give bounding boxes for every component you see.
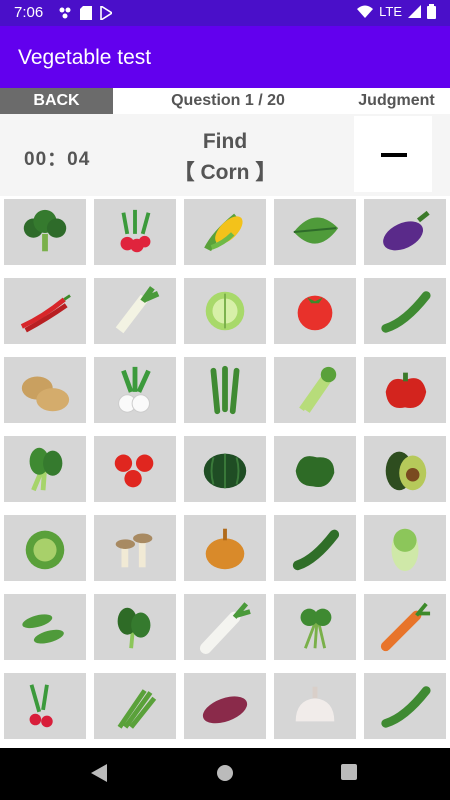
grid-cell[interactable] bbox=[94, 594, 176, 660]
broccoli-icon bbox=[23, 209, 67, 252]
grid-cell[interactable] bbox=[364, 594, 446, 660]
network-label: LTE bbox=[379, 4, 402, 19]
komatsuna-icon bbox=[29, 447, 63, 492]
grid-cell[interactable] bbox=[184, 199, 266, 265]
mushroom-icon bbox=[115, 533, 153, 568]
vegetable-grid bbox=[4, 199, 446, 744]
shiso-leaf-icon bbox=[293, 217, 339, 244]
corn-icon bbox=[204, 213, 243, 252]
asparagus-icon bbox=[117, 689, 157, 729]
red-chili-icon bbox=[20, 294, 71, 333]
spinach-icon bbox=[117, 607, 151, 649]
radish-icon bbox=[120, 209, 151, 253]
red-paprika-icon bbox=[385, 372, 427, 408]
grid-cell[interactable] bbox=[274, 436, 356, 502]
sweet-potato-icon bbox=[202, 696, 248, 724]
grid-cell[interactable] bbox=[364, 673, 446, 739]
grid-cell[interactable] bbox=[364, 436, 446, 502]
grid-cell[interactable] bbox=[94, 278, 176, 344]
judgment-box bbox=[354, 116, 432, 192]
grid-cell[interactable] bbox=[274, 594, 356, 660]
cabbage-icon bbox=[25, 530, 65, 570]
wifi-icon bbox=[357, 5, 374, 18]
grid-cell[interactable] bbox=[4, 278, 86, 344]
cucumber-icon bbox=[381, 291, 431, 333]
judgment-dash-icon bbox=[381, 153, 407, 157]
grid-cell[interactable] bbox=[94, 357, 176, 423]
green-pepper-icon bbox=[295, 456, 335, 488]
tomato-icon bbox=[297, 295, 333, 331]
play-store-icon bbox=[100, 6, 112, 20]
grid-cell[interactable] bbox=[274, 278, 356, 344]
find-label: Find bbox=[202, 130, 248, 153]
home-nav-icon[interactable] bbox=[216, 764, 234, 782]
back-nav-icon[interactable] bbox=[91, 764, 107, 782]
carrot-icon bbox=[380, 602, 431, 652]
grid-cell[interactable] bbox=[94, 199, 176, 265]
grid-cell[interactable] bbox=[274, 673, 356, 739]
grid-cell[interactable] bbox=[184, 436, 266, 502]
avocado-icon bbox=[385, 451, 427, 491]
potato-icon bbox=[21, 376, 70, 412]
grid-cell[interactable] bbox=[364, 515, 446, 581]
eggplant-icon bbox=[383, 210, 430, 251]
okra-icon bbox=[210, 365, 240, 415]
battery-icon bbox=[427, 4, 436, 19]
signal-icon bbox=[408, 5, 421, 18]
judgment-label: Judgment bbox=[358, 92, 435, 109]
timer: 00：04 bbox=[24, 149, 91, 170]
lettuce-icon bbox=[205, 291, 245, 331]
grid-cell[interactable] bbox=[274, 515, 356, 581]
grid-cell[interactable] bbox=[364, 357, 446, 423]
app-bar: Vegetable test bbox=[0, 26, 450, 88]
onion-icon bbox=[205, 528, 245, 570]
grid-cell[interactable] bbox=[94, 673, 176, 739]
grid-cell[interactable] bbox=[94, 436, 176, 502]
grid-cell[interactable] bbox=[274, 357, 356, 423]
grid-cell[interactable] bbox=[94, 515, 176, 581]
grid-cell[interactable] bbox=[4, 673, 86, 739]
grid-cell[interactable] bbox=[364, 278, 446, 344]
back-button[interactable]: BACK bbox=[0, 88, 113, 114]
grid-cell[interactable] bbox=[184, 278, 266, 344]
question-counter: Question 1 / 20 bbox=[171, 92, 285, 109]
cherry-tomato-icon bbox=[114, 454, 154, 488]
kabocha-icon bbox=[203, 453, 247, 489]
grid-cell[interactable] bbox=[184, 673, 266, 739]
leek-icon bbox=[115, 286, 160, 334]
sd-card-icon bbox=[80, 6, 92, 20]
daikon-icon bbox=[199, 602, 251, 654]
grid-cell[interactable] bbox=[4, 515, 86, 581]
grid-cell[interactable] bbox=[4, 594, 86, 660]
navigation-bar bbox=[0, 748, 450, 800]
edamame-icon bbox=[22, 614, 64, 644]
info-panel: 00：04 Find 【 Corn 】 bbox=[0, 114, 450, 196]
grid-cell[interactable] bbox=[4, 436, 86, 502]
status-bar: 7:06 LTE bbox=[0, 0, 450, 26]
grid-cell[interactable] bbox=[184, 515, 266, 581]
notification-icons bbox=[58, 6, 112, 20]
cucumber-icon bbox=[381, 686, 431, 728]
grid-cell[interactable] bbox=[4, 199, 86, 265]
recents-nav-icon[interactable] bbox=[341, 764, 357, 780]
notification-dots-icon bbox=[59, 7, 71, 19]
app-title: Vegetable test bbox=[18, 46, 152, 69]
celery-icon bbox=[299, 366, 337, 413]
grid-cell[interactable] bbox=[274, 199, 356, 265]
cherry-radish-icon bbox=[29, 684, 53, 728]
status-time: 7:06 bbox=[14, 4, 44, 21]
grid-cell[interactable] bbox=[4, 357, 86, 423]
zucchini-icon bbox=[292, 529, 340, 571]
grid-cell[interactable] bbox=[184, 357, 266, 423]
find-prompt: Find 【 Corn 】 bbox=[150, 126, 300, 188]
garlic-icon bbox=[295, 686, 335, 722]
napa-cabbage-icon bbox=[391, 528, 419, 572]
target-vegetable: 【 Corn 】 bbox=[173, 161, 277, 184]
grid-cell[interactable] bbox=[184, 594, 266, 660]
parsley-icon bbox=[300, 608, 332, 649]
grid-cell[interactable] bbox=[364, 199, 446, 265]
turnip-icon bbox=[118, 366, 151, 413]
